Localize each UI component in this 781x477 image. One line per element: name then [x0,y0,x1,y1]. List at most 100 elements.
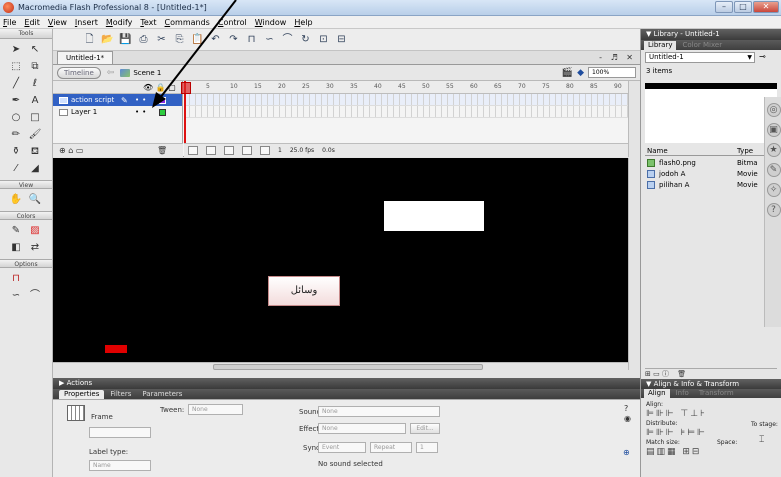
minimize-button[interactable]: – [715,1,733,13]
list-item[interactable]: pilihan A Movie [645,180,777,190]
brush-tool-icon[interactable]: 🖌 [27,128,43,142]
cut-icon[interactable]: ✂ [155,33,168,46]
center-frame-icon[interactable] [188,146,198,155]
timeline-scrollbar[interactable] [628,81,640,157]
scene-breadcrumb[interactable]: Scene 1 [120,68,161,77]
zoom-select[interactable]: 100% [588,67,636,78]
options-icon[interactable]: ◉ [624,414,631,423]
sync-select[interactable]: Event [318,442,366,453]
close-button[interactable]: ✕ [753,1,779,13]
menu-file[interactable]: File [3,18,16,27]
open-file-icon[interactable]: 📂 [101,33,114,46]
tab-transform[interactable]: Transform [695,389,738,398]
free-transform-tool-icon[interactable]: ⬚ [8,60,24,74]
add-layer-icon[interactable]: ⊕ [59,146,66,155]
subselect-tool-icon[interactable]: ↖ [27,43,43,57]
onion-outline-icon[interactable] [224,146,234,155]
help-circle-icon[interactable]: ? [766,203,781,217]
tab-info[interactable]: Info [672,389,693,398]
tab-properties[interactable]: Properties [59,390,105,399]
tab-library[interactable]: Library [644,41,677,50]
oval-tool-icon[interactable]: ○ [8,111,24,125]
search-icon[interactable]: ◎ [766,103,781,117]
expand-icon[interactable]: ⊕ [623,448,630,457]
repeat-count-input[interactable]: 1 [416,442,438,453]
straighten-tb-icon[interactable]: ⌒ [281,33,294,46]
tab-color-mixer[interactable]: Color Mixer [678,41,726,50]
layer-row-action-script[interactable]: action script ✎ •• [53,94,182,106]
maximize-button[interactable]: □ [734,1,752,13]
frame-grid[interactable]: 5 10 15 20 25 30 35 40 45 50 55 60 65 70… [181,81,628,157]
swap-colors-icon[interactable]: ⇄ [27,241,43,255]
menu-insert[interactable]: Insert [75,18,98,27]
hand-tool-icon[interactable]: ✋ [8,193,24,207]
straighten-icon[interactable]: ⌒ [27,289,43,303]
edit-icon[interactable]: ✎ [766,163,781,177]
smooth-icon[interactable]: ∽ [8,289,24,303]
frame-name-input[interactable] [89,427,151,438]
rotate-icon[interactable]: ↻ [299,33,312,46]
pencil-tool-icon[interactable]: ✏ [8,128,24,142]
add-guide-icon[interactable]: ⌂ [68,146,73,155]
library-header[interactable]: ▼ Library - Untitled-1 [641,29,781,40]
print-icon[interactable]: ⎙ [137,33,150,46]
help-icon[interactable]: ? [624,404,628,413]
zoom-tool-icon[interactable]: 🔍 [27,193,43,207]
add-folder-icon[interactable]: ▭ [76,146,84,155]
pen-tool-icon[interactable]: ✒ [8,94,24,108]
fill-color-icon[interactable]: ▨ [27,224,43,238]
paste-icon[interactable]: 📋 [191,33,204,46]
text-tool-icon[interactable]: A [27,94,43,108]
stage-horizontal-scrollbar[interactable] [53,362,628,370]
frame-row-layer-1[interactable] [184,106,628,118]
align-icon[interactable]: ⊟ [335,33,348,46]
back-arrow-icon[interactable]: ⇦ [107,68,115,78]
menu-view[interactable]: View [48,18,67,27]
library-document-select[interactable]: Untitled-1 ▼ [645,52,755,63]
stage-vertical-scrollbar[interactable] [628,158,640,370]
tab-align[interactable]: Align [644,389,670,398]
list-item[interactable]: jodoh A Movie [645,169,777,179]
line-tool-icon[interactable]: ╱ [8,77,24,91]
menu-commands[interactable]: Commands [165,18,210,27]
wrench-icon[interactable]: ✧ [766,183,781,197]
trash-icon[interactable]: 🗑 [677,370,686,378]
tab-filters[interactable]: Filters [105,390,136,399]
edit-sound-button[interactable]: Edit... [410,423,440,434]
image-icon[interactable]: ▣ [766,123,781,137]
tab-parameters[interactable]: Parameters [137,390,187,399]
tween-select[interactable]: None [188,404,243,415]
undo-icon[interactable]: ↶ [209,33,222,46]
rectangle-tool-icon[interactable]: □ [27,111,43,125]
arrow-tool-icon[interactable]: ➤ [8,43,24,57]
delete-layer-icon[interactable]: 🗑 [157,144,167,157]
snap-magnet-icon[interactable]: ⊓ [8,272,24,286]
eye-lock-outline-icons[interactable]: 👁 🔒 ▢ [143,83,176,92]
red-rectangle[interactable] [105,345,127,353]
scrollbar-thumb[interactable] [213,364,483,370]
scale-icon[interactable]: ⊡ [317,33,330,46]
edit-scene-icon[interactable]: 🎬 [562,68,573,78]
list-item[interactable]: flash0.png Bitma [645,158,777,168]
col-name[interactable]: Name [647,147,668,155]
paint-bucket-tool-icon[interactable]: ⛾ [27,145,43,159]
timeline-toggle-button[interactable]: Timeline [57,66,101,79]
align-buttons-icon[interactable]: ⊫⊪⊩ ⊤⊥⊦ [646,409,707,419]
menu-help[interactable]: Help [294,18,312,27]
wasail-button[interactable]: وسائل [268,276,340,306]
document-tab[interactable]: Untitled-1* [57,51,114,64]
eyedropper-tool-icon[interactable]: ⁄ [8,162,24,176]
frame-ruler[interactable]: 5 10 15 20 25 30 35 40 45 50 55 60 65 70… [184,81,628,94]
white-rectangle[interactable] [384,201,484,231]
menu-edit[interactable]: Edit [24,18,40,27]
edit-symbols-icon[interactable]: ◆ [577,68,584,78]
menu-modify[interactable]: Modify [106,18,133,27]
layer-outline-square[interactable] [159,96,166,104]
to-stage-button-icon[interactable]: ⌶ [759,435,766,445]
copy-icon[interactable]: ⎘ [173,33,186,46]
label-type-select[interactable]: Name [89,460,151,471]
layer-outline-square[interactable] [159,108,166,116]
distribute-buttons-icon[interactable]: ⊫⊪⊩ ⊧⊨⊩ [646,428,707,438]
onion-skin-icon[interactable] [206,146,216,155]
snap-icon[interactable]: ⊓ [245,33,258,46]
